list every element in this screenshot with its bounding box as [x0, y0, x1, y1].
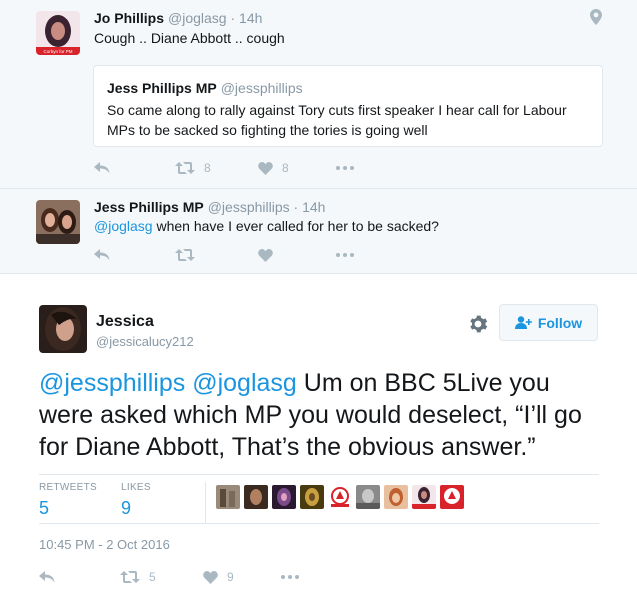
follow-label: Follow	[537, 314, 583, 331]
divider	[39, 474, 599, 475]
stats-divider	[205, 482, 206, 524]
tweet-actions	[94, 245, 394, 265]
liker-avatar[interactable]	[244, 485, 268, 509]
context-tweet-jess-phillips[interactable]: Jess Phillips MP @jessphillips · 14h @jog…	[0, 189, 637, 274]
liker-avatar[interactable]	[412, 485, 436, 509]
like-button[interactable]: 9	[203, 567, 234, 587]
handle[interactable]: @jessicalucy212	[96, 334, 194, 349]
liker-avatar[interactable]	[384, 485, 408, 509]
likes-stat[interactable]: LIKES 9	[121, 482, 151, 519]
retweet-count: 8	[204, 161, 211, 175]
likes-label: LIKES	[121, 482, 151, 493]
like-icon	[258, 162, 273, 175]
retweet-icon	[175, 162, 195, 174]
liker-avatars	[216, 485, 464, 513]
liker-avatar[interactable]	[328, 485, 352, 509]
tweet-text: @jessphillips @joglasg Um on BBC 5Live y…	[39, 367, 609, 463]
retweet-button[interactable]	[175, 245, 195, 265]
tweet-stats: RETWEETS 5 LIKES 9	[39, 482, 599, 528]
reply-button[interactable]	[94, 158, 110, 178]
liker-avatar[interactable]	[300, 485, 324, 509]
retweet-count: 5	[149, 570, 156, 584]
avatar-caption: Corbyn for PM	[43, 49, 72, 54]
more-icon	[281, 575, 299, 579]
main-tweet: Jessica @jessicalucy212 Follow @jessphil…	[0, 275, 637, 608]
quoted-header: Jess Phillips MP @jessphillips	[107, 80, 303, 96]
likes-count: 9	[121, 498, 132, 518]
context-tweet-jo-phillips[interactable]: Corbyn for PM Jo Phillips @joglasg · 14h …	[0, 0, 637, 189]
geo-pin-icon[interactable]	[590, 9, 602, 25]
tweet-text: Cough .. Diane Abbott .. cough	[94, 30, 285, 46]
tweet-text: @joglasg when have I ever called for her…	[94, 218, 439, 234]
mention-link[interactable]: @joglasg	[94, 218, 153, 234]
display-name[interactable]: Jessica	[96, 313, 154, 331]
reply-icon	[39, 571, 55, 583]
liker-avatar[interactable]	[272, 485, 296, 509]
mention-link[interactable]: @jessphillips	[39, 369, 185, 397]
tweet-header: Jess Phillips MP @jessphillips · 14h	[94, 199, 325, 215]
tweet-header: Jo Phillips @joglasg · 14h	[94, 10, 262, 26]
handle[interactable]: @joglasg	[168, 10, 227, 26]
liker-avatar[interactable]	[440, 485, 464, 509]
retweets-stat[interactable]: RETWEETS 5	[39, 482, 97, 519]
quoted-handle: @jessphillips	[220, 80, 303, 96]
follow-button[interactable]: Follow	[499, 304, 598, 341]
liker-avatar[interactable]	[356, 485, 380, 509]
quoted-text: So came along to rally against Tory cuts…	[107, 102, 567, 138]
display-name[interactable]: Jo Phillips	[94, 10, 164, 26]
avatar[interactable]	[39, 305, 87, 353]
timestamp[interactable]: 10:45 PM - 2 Oct 2016	[39, 537, 170, 552]
divider	[39, 523, 599, 524]
tweet-actions: 5 9	[39, 567, 599, 587]
like-count: 9	[227, 570, 234, 584]
like-button[interactable]: 8	[258, 158, 289, 178]
more-button[interactable]	[336, 158, 354, 178]
gear-icon[interactable]	[468, 314, 488, 334]
like-count: 8	[282, 161, 289, 175]
retweets-count: 5	[39, 498, 50, 518]
reply-icon	[94, 162, 110, 174]
retweet-button[interactable]: 8	[175, 158, 211, 178]
handle[interactable]: @jessphillips	[208, 199, 290, 215]
avatar[interactable]: Corbyn for PM	[36, 11, 80, 55]
tweet-actions: 8 8	[94, 158, 394, 178]
retweet-icon	[120, 571, 140, 583]
reply-button[interactable]	[39, 567, 55, 587]
timestamp[interactable]: · 14h	[294, 199, 326, 215]
retweet-icon	[175, 249, 195, 261]
more-button[interactable]	[281, 567, 299, 587]
like-icon	[203, 571, 218, 584]
mention-link[interactable]: @joglasg	[192, 369, 297, 397]
avatar[interactable]	[36, 200, 80, 244]
more-icon	[336, 166, 354, 170]
conversation-context: Corbyn for PM Jo Phillips @joglasg · 14h …	[0, 0, 637, 274]
retweet-button[interactable]: 5	[120, 567, 156, 587]
reply-icon	[94, 249, 110, 261]
more-icon	[336, 253, 354, 257]
like-button[interactable]	[258, 245, 273, 265]
display-name[interactable]: Jess Phillips MP	[94, 199, 204, 215]
quoted-display-name: Jess Phillips MP	[107, 80, 217, 96]
timestamp[interactable]: · 14h	[230, 10, 262, 26]
liker-avatar[interactable]	[216, 485, 240, 509]
reply-button[interactable]	[94, 245, 110, 265]
like-icon	[258, 249, 273, 262]
follow-person-icon	[514, 316, 532, 329]
quoted-tweet[interactable]: Jess Phillips MP @jessphillips So came al…	[93, 65, 603, 147]
retweets-label: RETWEETS	[39, 482, 97, 493]
tweet-text-body: when have I ever called for her to be sa…	[152, 218, 439, 234]
more-button[interactable]	[336, 245, 354, 265]
